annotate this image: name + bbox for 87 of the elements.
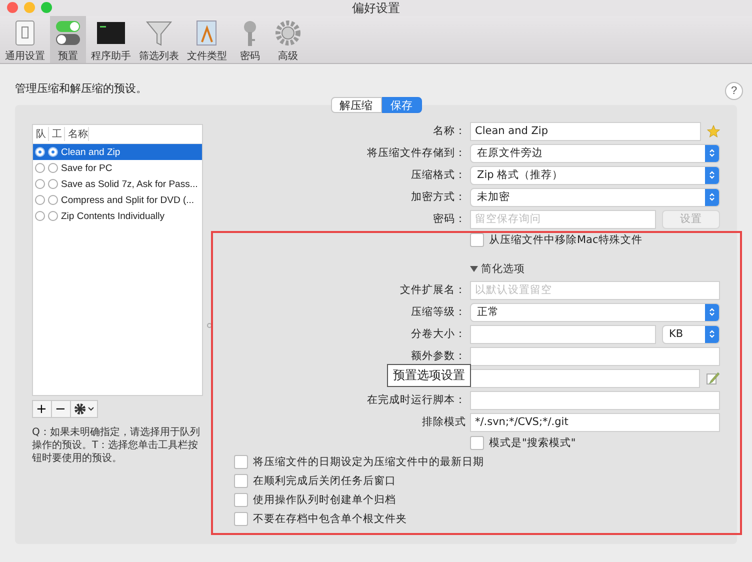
checkbox-label: 模式是"搜索模式" (489, 436, 576, 450)
field-label: 额外参数： (410, 349, 467, 363)
star-icon (707, 124, 720, 138)
dropdown[interactable]: Zip 格式（推荐） (470, 166, 720, 184)
pencil-icon[interactable] (706, 371, 720, 385)
checkbox-label: 使用操作队列时创建单个归档 (253, 492, 396, 506)
text-field[interactable]: Clean and Zip (470, 122, 701, 140)
radio-button[interactable] (48, 195, 58, 205)
column-header: 名称 (65, 127, 89, 141)
checkbox[interactable] (470, 232, 484, 246)
help-button[interactable]: ? (725, 82, 743, 100)
splitter-handle[interactable] (207, 323, 212, 328)
chevron-down-icon (88, 407, 94, 411)
stepper-arrows-icon (709, 307, 715, 317)
dropdown[interactable]: 正常 (470, 302, 720, 322)
checkbox-label: 不要在存档中包含单个根文件夹 (253, 512, 407, 526)
text-field[interactable] (470, 390, 720, 410)
stepper-arrows-icon (709, 192, 715, 202)
radio-button[interactable] (48, 179, 58, 189)
close-button[interactable] (7, 2, 18, 13)
remove-button[interactable]: − (51, 400, 71, 418)
text-field[interactable] (470, 346, 720, 366)
checkbox[interactable] (234, 454, 248, 468)
field-label: 分卷大小： (410, 327, 467, 341)
action-menu-button[interactable] (70, 400, 98, 418)
stepper-arrows-icon (709, 148, 715, 158)
dropdown[interactable]: 未加密 (470, 188, 720, 206)
toggle-icon (53, 18, 83, 48)
toolbar-tab[interactable]: 文件类型 (184, 16, 230, 63)
radio-button[interactable] (35, 195, 45, 205)
toolbar-tab[interactable]: 通用设置 (2, 16, 48, 63)
text-field[interactable]: */.svn;*/CVS;*/.git (470, 412, 720, 432)
toolbar-tab[interactable]: 筛选列表 (136, 16, 182, 63)
field-label: 密码： (432, 212, 467, 226)
toolbar-tab[interactable]: 密码 (232, 16, 268, 63)
gear-icon (273, 18, 303, 48)
field-label: 将压缩文件存储到： (366, 146, 467, 160)
checkbox-label: 在顺利完成后关闭任务后窗口 (253, 474, 396, 488)
column-header: 队 (33, 127, 49, 141)
radio-button[interactable] (35, 147, 45, 157)
gear-icon (74, 403, 86, 415)
toolbar-tab[interactable]: 预置 (50, 16, 86, 63)
zoom-button[interactable] (41, 2, 52, 13)
preset-row[interactable]: Save for PC (33, 160, 202, 176)
text-field[interactable] (470, 368, 700, 388)
segment-tab[interactable]: 解压缩 (330, 97, 382, 113)
unit-dropdown[interactable]: KB (662, 324, 720, 344)
help-note: Q：如果未明确指定，请选择用于队列操作的预设。T：选择您单击工具栏按钮时要使用的预设。 (32, 426, 201, 465)
callout-label: 预置选项设置 (387, 364, 471, 387)
text-field[interactable]: 以默认设置留空 (470, 280, 720, 300)
field-label: 加密方式： (410, 190, 467, 204)
description: 管理压缩和解压缩的预设。 (15, 80, 147, 96)
preset-row[interactable]: Save as Solid 7z, Ask for Pass... (33, 176, 202, 192)
column-header: 工 (49, 127, 65, 141)
checkbox[interactable] (234, 492, 248, 506)
radio-button[interactable] (35, 211, 45, 221)
preset-row[interactable]: Zip Contents Individually (33, 208, 202, 224)
dropdown[interactable]: 在原文件旁边 (470, 144, 720, 162)
preset-row[interactable]: Compress and Split for DVD (... (33, 192, 202, 208)
window-title: 偏好设置 (352, 0, 400, 16)
radio-button[interactable] (48, 163, 58, 173)
field-label: 压缩等级： (410, 305, 467, 319)
field-label: 排除模式 (421, 415, 467, 429)
radio-button[interactable] (48, 211, 58, 221)
toolbar-tab[interactable]: 程序助手 (88, 16, 134, 63)
radio-button[interactable] (35, 163, 45, 173)
minimize-button[interactable] (24, 2, 35, 13)
stepper-arrows-icon (709, 170, 715, 180)
triangle-icon (470, 265, 478, 273)
radio-button[interactable] (35, 179, 45, 189)
preset-row[interactable]: Clean and Zip (33, 144, 202, 160)
checkbox[interactable] (470, 436, 484, 450)
field-label: 名称： (432, 124, 467, 138)
checkbox-label: 将压缩文件的日期设定为压缩文件中的最新日期 (253, 454, 484, 468)
field-label: 文件扩展名： (399, 283, 467, 297)
toolbar-tab[interactable]: 高级 (270, 16, 306, 63)
disclosure-toggle[interactable]: 简化选项 (470, 262, 525, 276)
segment-tab[interactable]: 保存 (382, 97, 422, 113)
field-label: 压缩格式： (410, 168, 467, 182)
stepper-arrows-icon (709, 329, 715, 339)
checkbox-label: 从压缩文件中移除Mac特殊文件 (489, 232, 642, 246)
checkbox[interactable] (234, 474, 248, 488)
field-label: 在完成时运行脚本： (366, 393, 467, 407)
add-button[interactable]: + (32, 400, 52, 418)
checkbox[interactable] (234, 512, 248, 526)
text-field[interactable] (470, 324, 656, 344)
radio-button[interactable] (48, 147, 58, 157)
